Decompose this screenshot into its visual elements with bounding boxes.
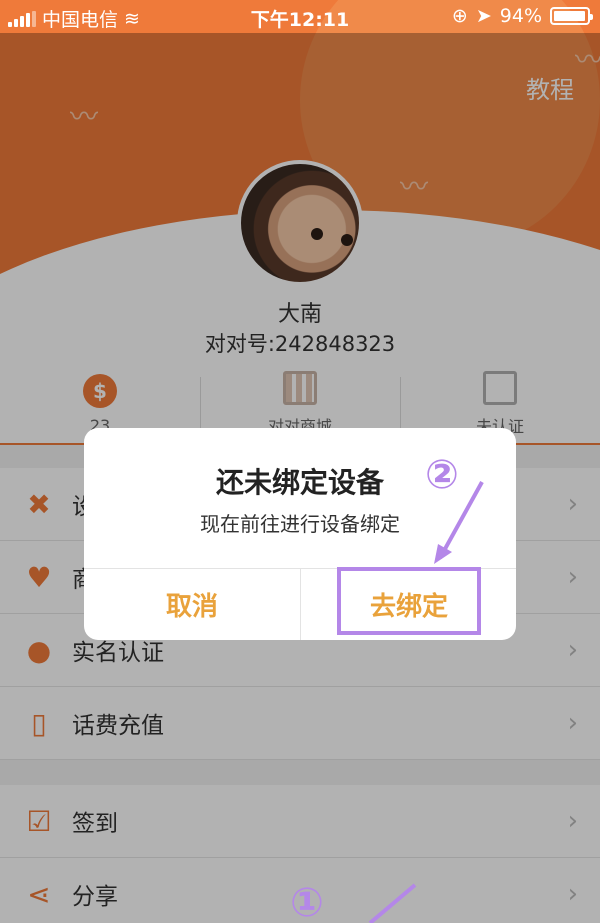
battery-icon	[550, 7, 593, 25]
battery-percent: 94%	[499, 5, 542, 27]
annotation-arrow-icon	[368, 883, 417, 923]
location-icon: ➤	[475, 5, 492, 27]
annotation-highlight-box	[337, 567, 481, 635]
annotation-step-1: ①	[290, 880, 324, 923]
status-bar: 中国电信 ≋ 下午12:11 ⊕ ➤ 94%	[0, 0, 600, 33]
rotation-lock-icon: ⊕	[451, 5, 468, 27]
cancel-button[interactable]: 取消	[84, 569, 300, 640]
annotation-arrow-icon	[434, 481, 484, 564]
